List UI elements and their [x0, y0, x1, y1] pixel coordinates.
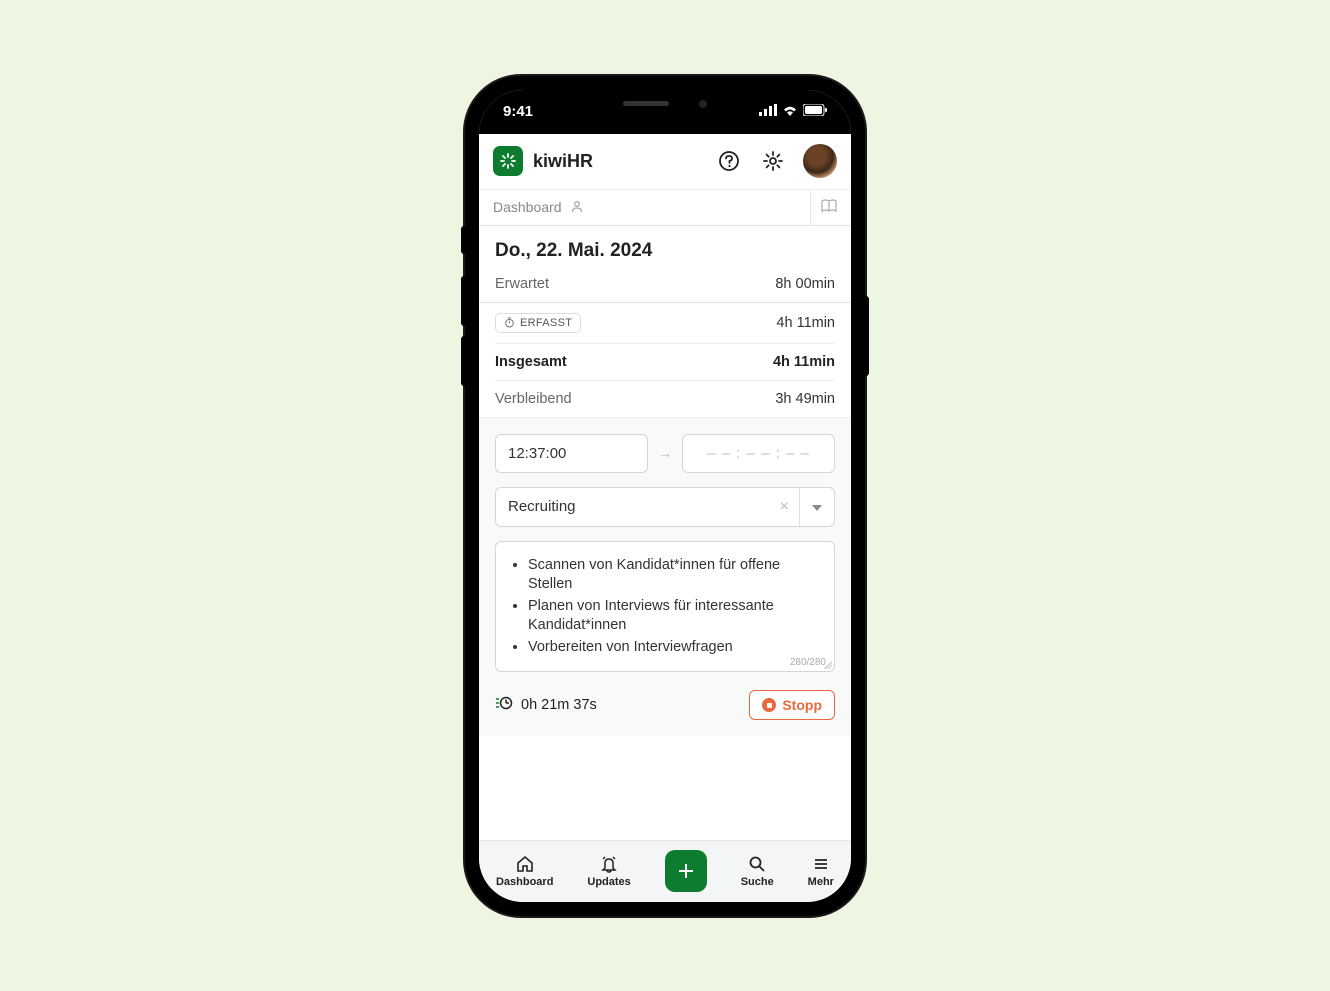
status-time: 9:41	[503, 103, 533, 120]
resize-handle-icon[interactable]	[824, 661, 832, 669]
stage: 9:41 kiwiHR	[25, 26, 1305, 966]
app-header: kiwiHR	[479, 134, 851, 190]
timer-icon	[495, 694, 513, 717]
screen: 9:41 kiwiHR	[479, 90, 851, 902]
tracked-chip: ERFASST	[495, 313, 581, 333]
bell-icon	[599, 854, 619, 874]
arrow-right-icon: →	[658, 445, 672, 461]
home-icon	[515, 854, 535, 874]
note-item: Vorbereiten von Interviewfragen	[528, 638, 820, 658]
nav-search-label: Suche	[741, 876, 774, 888]
phone-frame: 9:41 kiwiHR	[465, 76, 865, 916]
date-title: Do., 22. Mai. 2024	[479, 226, 851, 266]
start-time-input[interactable]: 12:37:00	[495, 434, 648, 473]
form-area: 12:37:00 → – – : – – : – – Recruiting ×	[479, 417, 851, 737]
wifi-icon	[782, 103, 798, 120]
tracked-chip-label: ERFASST	[520, 317, 572, 329]
stopwatch-icon	[504, 317, 515, 328]
menu-icon	[811, 854, 831, 874]
project-select-value: Recruiting	[496, 488, 770, 525]
clear-icon[interactable]: ×	[770, 498, 799, 516]
search-icon	[747, 854, 767, 874]
help-icon[interactable]	[717, 149, 741, 173]
nav-updates-label: Updates	[587, 876, 630, 888]
remaining-label: Verbleibend	[495, 391, 572, 407]
stop-icon	[762, 698, 776, 712]
plus-icon	[676, 861, 696, 881]
nav-search[interactable]: Suche	[741, 854, 774, 888]
total-value: 4h 11min	[773, 354, 835, 370]
row-total: Insgesamt 4h 11min	[479, 344, 851, 380]
notes-textarea[interactable]: Scannen von Kandidat*innen für offene St…	[495, 541, 835, 673]
tracked-value: 4h 11min	[776, 315, 835, 331]
nav-dashboard[interactable]: Dashboard	[496, 854, 553, 888]
add-button[interactable]	[665, 850, 707, 892]
battery-icon	[803, 103, 827, 120]
timer-row: 0h 21m 37s Stopp	[495, 690, 835, 720]
note-item: Planen von Interviews für interessante K…	[528, 597, 820, 636]
nav-dashboard-label: Dashboard	[496, 876, 553, 888]
signal-icon	[759, 103, 777, 120]
sub-header: Dashboard	[479, 190, 851, 226]
brand-name: kiwiHR	[533, 151, 593, 172]
chevron-down-icon[interactable]	[799, 488, 834, 526]
total-label: Insgesamt	[495, 354, 567, 370]
end-time-input[interactable]: – – : – – : – –	[682, 434, 835, 473]
remaining-value: 3h 49min	[775, 391, 835, 407]
bottom-nav: Dashboard Updates Suche	[479, 840, 851, 902]
timer-elapsed: 0h 21m 37s	[521, 697, 597, 713]
nav-updates[interactable]: Updates	[587, 854, 630, 888]
gear-icon[interactable]	[761, 149, 785, 173]
stop-button[interactable]: Stopp	[749, 690, 835, 720]
avatar[interactable]	[803, 144, 837, 178]
expected-label: Erwartet	[495, 276, 549, 292]
stop-label: Stopp	[782, 697, 822, 713]
expected-value: 8h 00min	[775, 276, 835, 292]
project-select[interactable]: Recruiting ×	[495, 487, 835, 527]
nav-more[interactable]: Mehr	[808, 854, 834, 888]
notch	[575, 90, 755, 118]
breadcrumb-title: Dashboard	[493, 199, 562, 215]
brand-logo-icon	[493, 146, 523, 176]
row-tracked: ERFASST 4h 11min	[479, 303, 851, 343]
person-icon	[570, 199, 584, 216]
nav-more-label: Mehr	[808, 876, 834, 888]
row-expected: Erwartet 8h 00min	[479, 266, 851, 302]
row-remaining: Verbleibend 3h 49min	[479, 381, 851, 417]
note-item: Scannen von Kandidat*innen für offene St…	[528, 556, 820, 595]
char-count: 280/280	[790, 657, 826, 668]
book-icon[interactable]	[821, 199, 837, 216]
content: Do., 22. Mai. 2024 Erwartet 8h 00min ERF…	[479, 226, 851, 840]
